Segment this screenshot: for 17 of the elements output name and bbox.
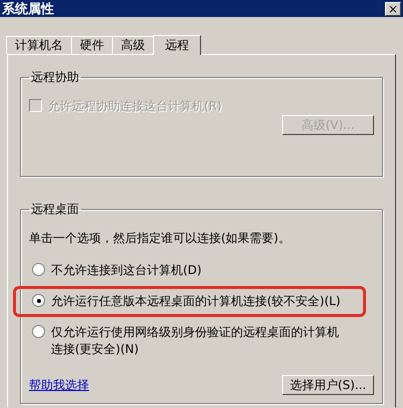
radio-button[interactable] [32, 294, 45, 307]
tab[interactable]: 远程 [153, 35, 201, 55]
radio-button[interactable] [32, 325, 45, 338]
group-title: 远程桌面 [30, 201, 80, 218]
close-button[interactable]: × [385, 2, 401, 16]
group-title: 远程协助 [30, 69, 80, 86]
select-users-button[interactable]: 选择用户(S)... [282, 375, 374, 395]
radio-button[interactable] [32, 263, 45, 276]
instruction-text: 单击一个选项，然后指定谁可以连接(如果需要)。 [29, 230, 292, 247]
radio-label: 仅允许运行使用网络级别身份验证的远程桌面的计算机连接(更安全)(N) [51, 324, 340, 358]
help-link[interactable]: 帮助我选择 [29, 376, 89, 394]
tab[interactable]: 硬件 [71, 36, 113, 54]
radio-label: 不允许连接到这台计算机(D) [51, 262, 202, 279]
radio-label: 允许运行任意版本远程桌面的计算机连接(较不安全)(L) [51, 293, 340, 310]
tab[interactable]: 计算机名 [6, 36, 72, 54]
tab[interactable]: 高级 [112, 36, 154, 54]
window-title: 系统属性 [2, 0, 54, 18]
